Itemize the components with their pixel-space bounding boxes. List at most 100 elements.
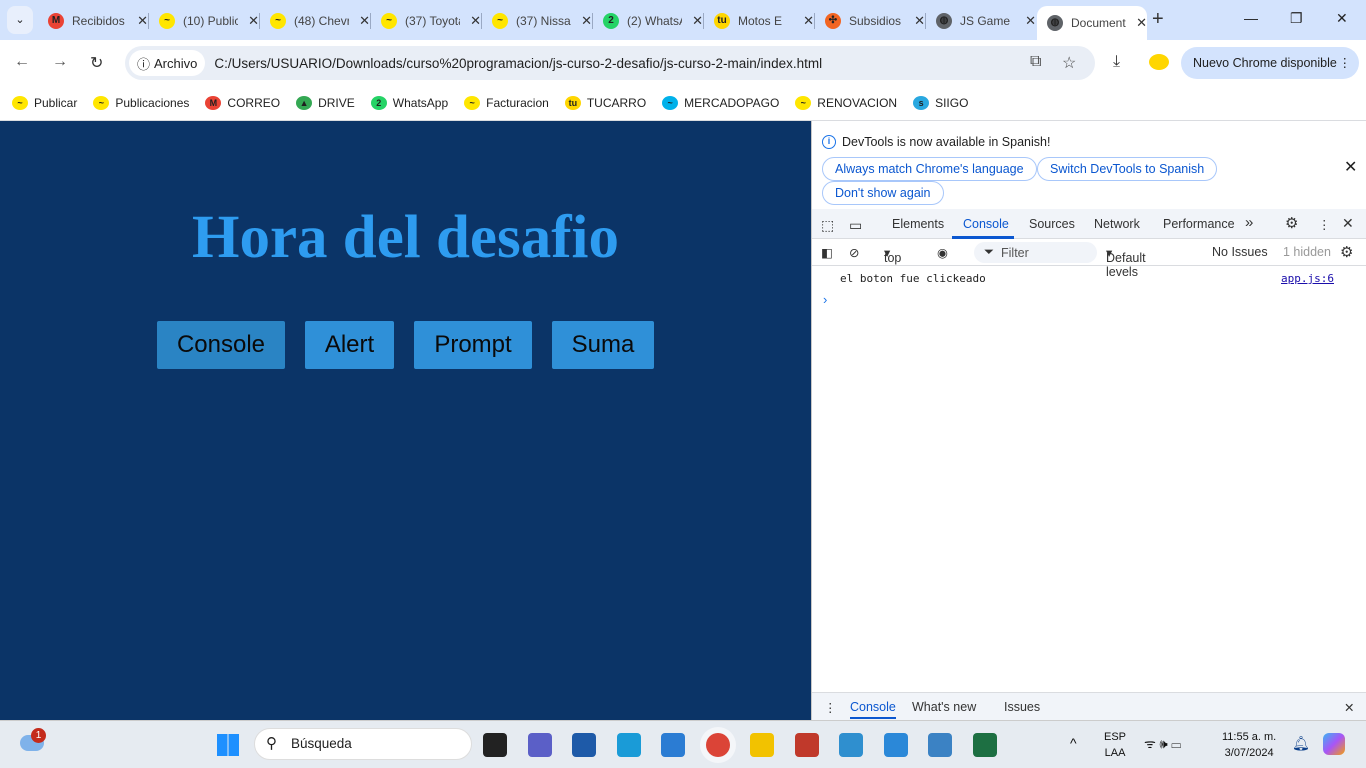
store-taskbar-icon[interactable] — [572, 733, 596, 757]
browser-tab[interactable]: ◍ Document ✕ — [1037, 6, 1147, 40]
photos-taskbar-icon[interactable] — [928, 733, 952, 757]
close-tab-icon[interactable]: ✕ — [803, 13, 814, 29]
address-bar[interactable]: ⓘ Archivo C:/Users/USUARIO/Downloads/curs… — [125, 46, 1095, 80]
mail-taskbar-icon[interactable] — [661, 733, 685, 757]
browser-tab[interactable]: ~ (10) Publicar ✕ — [149, 8, 260, 34]
vscode-taskbar-icon[interactable] — [883, 733, 908, 757]
browser-tab[interactable]: tu Motos E ✕ — [704, 8, 815, 34]
bookmark-item[interactable]: M CORREO — [205, 96, 280, 110]
close-notice-icon[interactable]: ✕ — [1344, 157, 1357, 177]
forward-button[interactable]: → — [52, 53, 68, 71]
clock[interactable]: 11:55 a. m. 3/07/2024 — [1222, 729, 1276, 761]
notepad-taskbar-icon[interactable] — [839, 733, 863, 757]
network-volume-battery-icons[interactable]: ᯤ 🕪 ▭ — [1144, 736, 1181, 752]
close-tab-icon[interactable]: ✕ — [359, 13, 370, 29]
copilot-icon[interactable] — [1323, 733, 1345, 755]
bookmark-item[interactable]: tu TUCARRO — [564, 96, 646, 110]
drawer-tab-console[interactable]: Console — [850, 700, 896, 719]
tab-sources[interactable]: Sources — [1029, 217, 1075, 231]
downloads-icon[interactable]: ⤓ — [1113, 53, 1120, 71]
dont-show-again-button[interactable]: Don't show again — [822, 181, 944, 205]
clear-console-icon[interactable]: ⊘ — [849, 245, 859, 260]
browser-tab[interactable]: ~ (37) Nissan ✕ — [482, 8, 593, 34]
tab-search-button[interactable]: ⌄ — [7, 6, 33, 34]
drawer-menu-icon[interactable]: ⋮ — [824, 700, 837, 715]
console-settings-icon[interactable]: ⚙ — [1340, 243, 1353, 261]
start-button[interactable] — [217, 734, 239, 756]
console-source-link[interactable]: app.js:6 — [1281, 272, 1334, 285]
context-selector[interactable]: top ▾ — [884, 245, 901, 265]
notification-bell-icon[interactable]: 🔔︎ — [1292, 735, 1310, 751]
bookmark-item[interactable]: ~ Facturacion — [464, 96, 549, 110]
tray-overflow-icon[interactable]: ^ — [1070, 735, 1077, 751]
bookmark-item[interactable]: ~ RENOVACION — [795, 96, 897, 110]
filter-input[interactable]: ⏷ Filter — [974, 242, 1097, 263]
close-drawer-icon[interactable]: ✕ — [1344, 700, 1354, 715]
browser-tab[interactable]: ~ (48) Chevrolet ✕ — [260, 8, 371, 34]
close-window-button[interactable]: ✕ — [1336, 10, 1348, 27]
drawer-tab-issues[interactable]: Issues — [1004, 700, 1040, 714]
browser-tab[interactable]: ✣ Subsidios ✕ — [815, 8, 926, 34]
switch-spanish-button[interactable]: Switch DevTools to Spanish — [1037, 157, 1218, 181]
excel-taskbar-icon[interactable] — [972, 733, 997, 757]
log-levels-dropdown[interactable]: Default levels ▾ — [1106, 245, 1146, 279]
suma-button[interactable]: Suma — [552, 321, 654, 369]
profile-avatar[interactable] — [1149, 54, 1169, 70]
taskbar-search[interactable]: ⚲ Búsqueda — [254, 728, 472, 760]
match-language-button[interactable]: Always match Chrome's language — [822, 157, 1037, 181]
prompt-button[interactable]: Prompt — [414, 321, 532, 369]
url-text[interactable]: C:/Users/USUARIO/Downloads/curso%20progr… — [214, 56, 822, 71]
close-devtools-icon[interactable]: ✕ — [1342, 215, 1354, 232]
language-indicator[interactable]: ESP LAA — [1104, 729, 1126, 761]
alert-button[interactable]: Alert — [305, 321, 394, 369]
close-tab-icon[interactable]: ✕ — [581, 13, 592, 29]
close-tab-icon[interactable]: ✕ — [692, 13, 703, 29]
bookmark-item[interactable]: ~ Publicar — [12, 96, 77, 110]
live-expression-eye-icon[interactable]: ◉ — [937, 245, 948, 260]
inspect-element-icon[interactable]: ⬚ — [821, 217, 834, 234]
teams-taskbar-icon[interactable] — [527, 733, 552, 757]
close-tab-icon[interactable]: ✕ — [137, 13, 148, 29]
access-taskbar-icon[interactable] — [794, 733, 819, 757]
console-button[interactable]: Console — [157, 321, 285, 369]
restore-button[interactable]: ❐ — [1290, 10, 1303, 27]
console-prompt[interactable]: › — [823, 292, 827, 307]
browser-tab[interactable]: ~ (37) Toyota ✕ — [371, 8, 482, 34]
settings-gear-icon[interactable]: ⚙ — [1285, 214, 1298, 232]
bookmark-item[interactable]: ~ MERCADOPAGO — [662, 96, 779, 110]
tab-console[interactable]: Console — [963, 217, 1009, 231]
browser-tab[interactable]: ◍ JS Game ✕ — [926, 8, 1036, 34]
reload-button[interactable]: ↻ — [90, 53, 103, 73]
tab-elements[interactable]: Elements — [892, 217, 944, 231]
issues-button[interactable]: No Issues — [1212, 245, 1268, 259]
bookmark-item[interactable]: s SIIGO — [913, 96, 968, 110]
tab-performance[interactable]: Performance — [1163, 217, 1235, 231]
new-tab-button[interactable]: + — [1152, 8, 1164, 31]
sidebar-toggle-icon[interactable]: ◧ — [821, 245, 833, 260]
bookmark-item[interactable]: 2 WhatsApp — [370, 96, 448, 110]
more-tabs-icon[interactable]: » — [1245, 214, 1253, 231]
bookmark-star-icon[interactable]: ☆ — [1062, 53, 1076, 73]
bookmark-item[interactable]: ▲ DRIVE — [296, 96, 355, 110]
back-button[interactable]: ← — [14, 53, 30, 71]
close-tab-icon[interactable]: ✕ — [470, 13, 481, 29]
tab-network[interactable]: Network — [1094, 217, 1140, 231]
menu-kebab-icon[interactable]: ⋮ — [1339, 47, 1352, 79]
browser-tab[interactable]: 2 (2) WhatsApp ✕ — [593, 8, 704, 34]
device-toolbar-icon[interactable]: ▭ — [849, 217, 862, 234]
translate-icon[interactable]: ⧉ — [1030, 53, 1041, 71]
kebab-menu-icon[interactable]: ⋮ — [1318, 217, 1331, 232]
task-view-taskbar-icon[interactable] — [483, 733, 507, 757]
browser-tab[interactable]: M Recibidos ✕ — [38, 8, 149, 34]
close-tab-icon[interactable]: ✕ — [914, 13, 925, 29]
chrome-taskbar-icon[interactable] — [705, 733, 730, 757]
bookmark-item[interactable]: ~ Publicaciones — [93, 96, 189, 110]
close-tab-icon[interactable]: ✕ — [1136, 15, 1147, 31]
file-explorer-taskbar-icon[interactable] — [750, 733, 774, 757]
edge-taskbar-icon[interactable] — [616, 733, 641, 757]
close-tab-icon[interactable]: ✕ — [248, 13, 259, 29]
close-tab-icon[interactable]: ✕ — [1025, 13, 1036, 29]
chrome-update-button[interactable]: Nuevo Chrome disponible ⋮ — [1181, 47, 1359, 79]
site-info-chip[interactable]: ⓘ Archivo — [129, 50, 206, 76]
drawer-tab-whats-new[interactable]: What's new — [912, 700, 976, 714]
